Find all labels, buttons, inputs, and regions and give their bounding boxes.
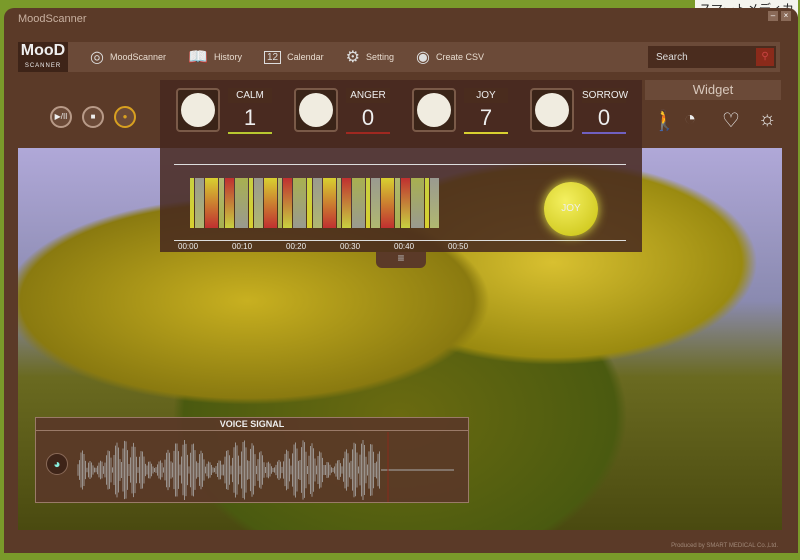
rings-icon: ◎ bbox=[90, 49, 104, 66]
timeline-block bbox=[234, 178, 248, 228]
calendar-icon: 12 bbox=[263, 50, 282, 64]
timeline-bottom-line bbox=[174, 240, 626, 241]
timeline-block bbox=[195, 178, 205, 228]
meter-color-bar bbox=[228, 132, 272, 134]
emotion-timeline-blocks[interactable] bbox=[190, 178, 440, 228]
timeline-block bbox=[424, 178, 430, 228]
timeline-block bbox=[254, 178, 263, 228]
meter-anger: ANGER 0 bbox=[294, 88, 390, 134]
voice-signal-title: VOICE SIGNAL bbox=[36, 418, 468, 431]
search-input[interactable]: Search bbox=[648, 52, 756, 63]
timeline-block bbox=[410, 178, 424, 228]
gears-icon: ⚙ bbox=[345, 49, 360, 66]
timeline-block bbox=[371, 178, 381, 228]
meter-sorrow: SORROW 0 bbox=[530, 88, 629, 134]
gauge-icon bbox=[176, 88, 220, 132]
meter-label: JOY bbox=[464, 88, 508, 103]
meter-color-bar bbox=[346, 132, 390, 134]
timeline-tick: 00:20 bbox=[286, 242, 307, 251]
meter-value: 0 bbox=[361, 105, 375, 130]
meter-label: ANGER bbox=[346, 88, 390, 103]
timeline-tick: 00:00 bbox=[178, 242, 199, 251]
timeline-block bbox=[283, 178, 293, 228]
search-icon[interactable]: ⚲ bbox=[756, 48, 774, 66]
timeline-block bbox=[248, 178, 254, 228]
stop-button[interactable]: ■ bbox=[82, 106, 104, 128]
footer-credit: Produced by SMART MEDICAL Co.,Ltd. bbox=[671, 543, 778, 549]
timeline-block bbox=[307, 178, 312, 228]
panel-drag-handle[interactable]: ≡ bbox=[376, 252, 426, 268]
window-title: MoodScanner bbox=[18, 13, 87, 25]
timeline-top-line bbox=[174, 164, 626, 165]
timeline-tick: 00:10 bbox=[232, 242, 253, 251]
sun-icon[interactable]: ☼ bbox=[758, 108, 776, 131]
timeline-block bbox=[322, 178, 336, 228]
gauge-icon bbox=[412, 88, 456, 132]
meter-value: 0 bbox=[597, 105, 611, 130]
logo: MooD SCANNER bbox=[18, 42, 68, 72]
timeline-block bbox=[205, 178, 219, 228]
widget-header: Widget bbox=[645, 80, 781, 100]
timeline-tick: 00:40 bbox=[394, 242, 415, 251]
meter-label: CALM bbox=[228, 88, 272, 103]
search-box[interactable]: Search ⚲ bbox=[648, 46, 776, 68]
timeline-tick: 00:30 bbox=[340, 242, 361, 251]
meter-value: 7 bbox=[479, 105, 493, 130]
play-pause-button[interactable]: ▶/II bbox=[50, 106, 72, 128]
timeline-block bbox=[400, 178, 410, 228]
gauge-icon bbox=[294, 88, 338, 132]
pie-chart-icon[interactable]: ◔ bbox=[684, 108, 696, 131]
nav-moodscanner[interactable]: ◎ MoodScanner bbox=[90, 47, 166, 67]
voice-waveform bbox=[77, 432, 454, 502]
timeline-block bbox=[224, 178, 234, 228]
nav-calendar[interactable]: 12 Calendar bbox=[263, 50, 324, 64]
csv-icon: ◉ bbox=[415, 49, 430, 66]
timeline-block bbox=[430, 178, 439, 228]
timeline-block bbox=[381, 178, 395, 228]
timeline-tick: 00:50 bbox=[448, 242, 469, 251]
timeline-block bbox=[366, 178, 371, 228]
timeline-block bbox=[278, 178, 283, 228]
meter-color-bar bbox=[582, 132, 626, 134]
timeline-block bbox=[336, 178, 342, 228]
timeline-block bbox=[342, 178, 351, 228]
timeline-block bbox=[395, 178, 400, 228]
voice-signal-panel: VOICE SIGNAL ◕ bbox=[35, 417, 469, 503]
gauge-icon bbox=[530, 88, 574, 132]
record-button[interactable]: ● bbox=[114, 106, 136, 128]
timeline-block bbox=[190, 178, 195, 228]
book-icon: 📖 bbox=[188, 49, 208, 66]
meter-label: SORROW bbox=[582, 88, 629, 103]
app-window: MoodScanner – × MooD SCANNER ◎ MoodScanner… bbox=[4, 8, 798, 553]
meter-color-bar bbox=[464, 132, 508, 134]
nav-bar: MooD SCANNER ◎ MoodScanner 📖 History 12 Cale… bbox=[18, 42, 780, 72]
meter-value: 1 bbox=[243, 105, 257, 130]
heart-icon[interactable]: ♡ bbox=[722, 108, 740, 133]
meter-joy: JOY 7 bbox=[412, 88, 508, 134]
timeline-block bbox=[219, 178, 224, 228]
minimize-button[interactable]: – bbox=[768, 11, 778, 21]
person-icon[interactable]: 🚶 bbox=[652, 108, 677, 133]
timeline-block bbox=[312, 178, 322, 228]
nav-history[interactable]: 📖 History bbox=[188, 47, 242, 67]
meter-calm: CALM 1 bbox=[176, 88, 272, 134]
close-button[interactable]: × bbox=[781, 11, 791, 21]
timeline-block bbox=[293, 178, 307, 228]
timeline-block bbox=[263, 178, 278, 228]
current-mood-orb: JOY bbox=[544, 182, 598, 236]
timeline-block bbox=[351, 178, 366, 228]
nav-create-csv[interactable]: ◉ Create CSV bbox=[416, 47, 484, 67]
nav-setting[interactable]: ⚙ Setting bbox=[346, 47, 394, 67]
